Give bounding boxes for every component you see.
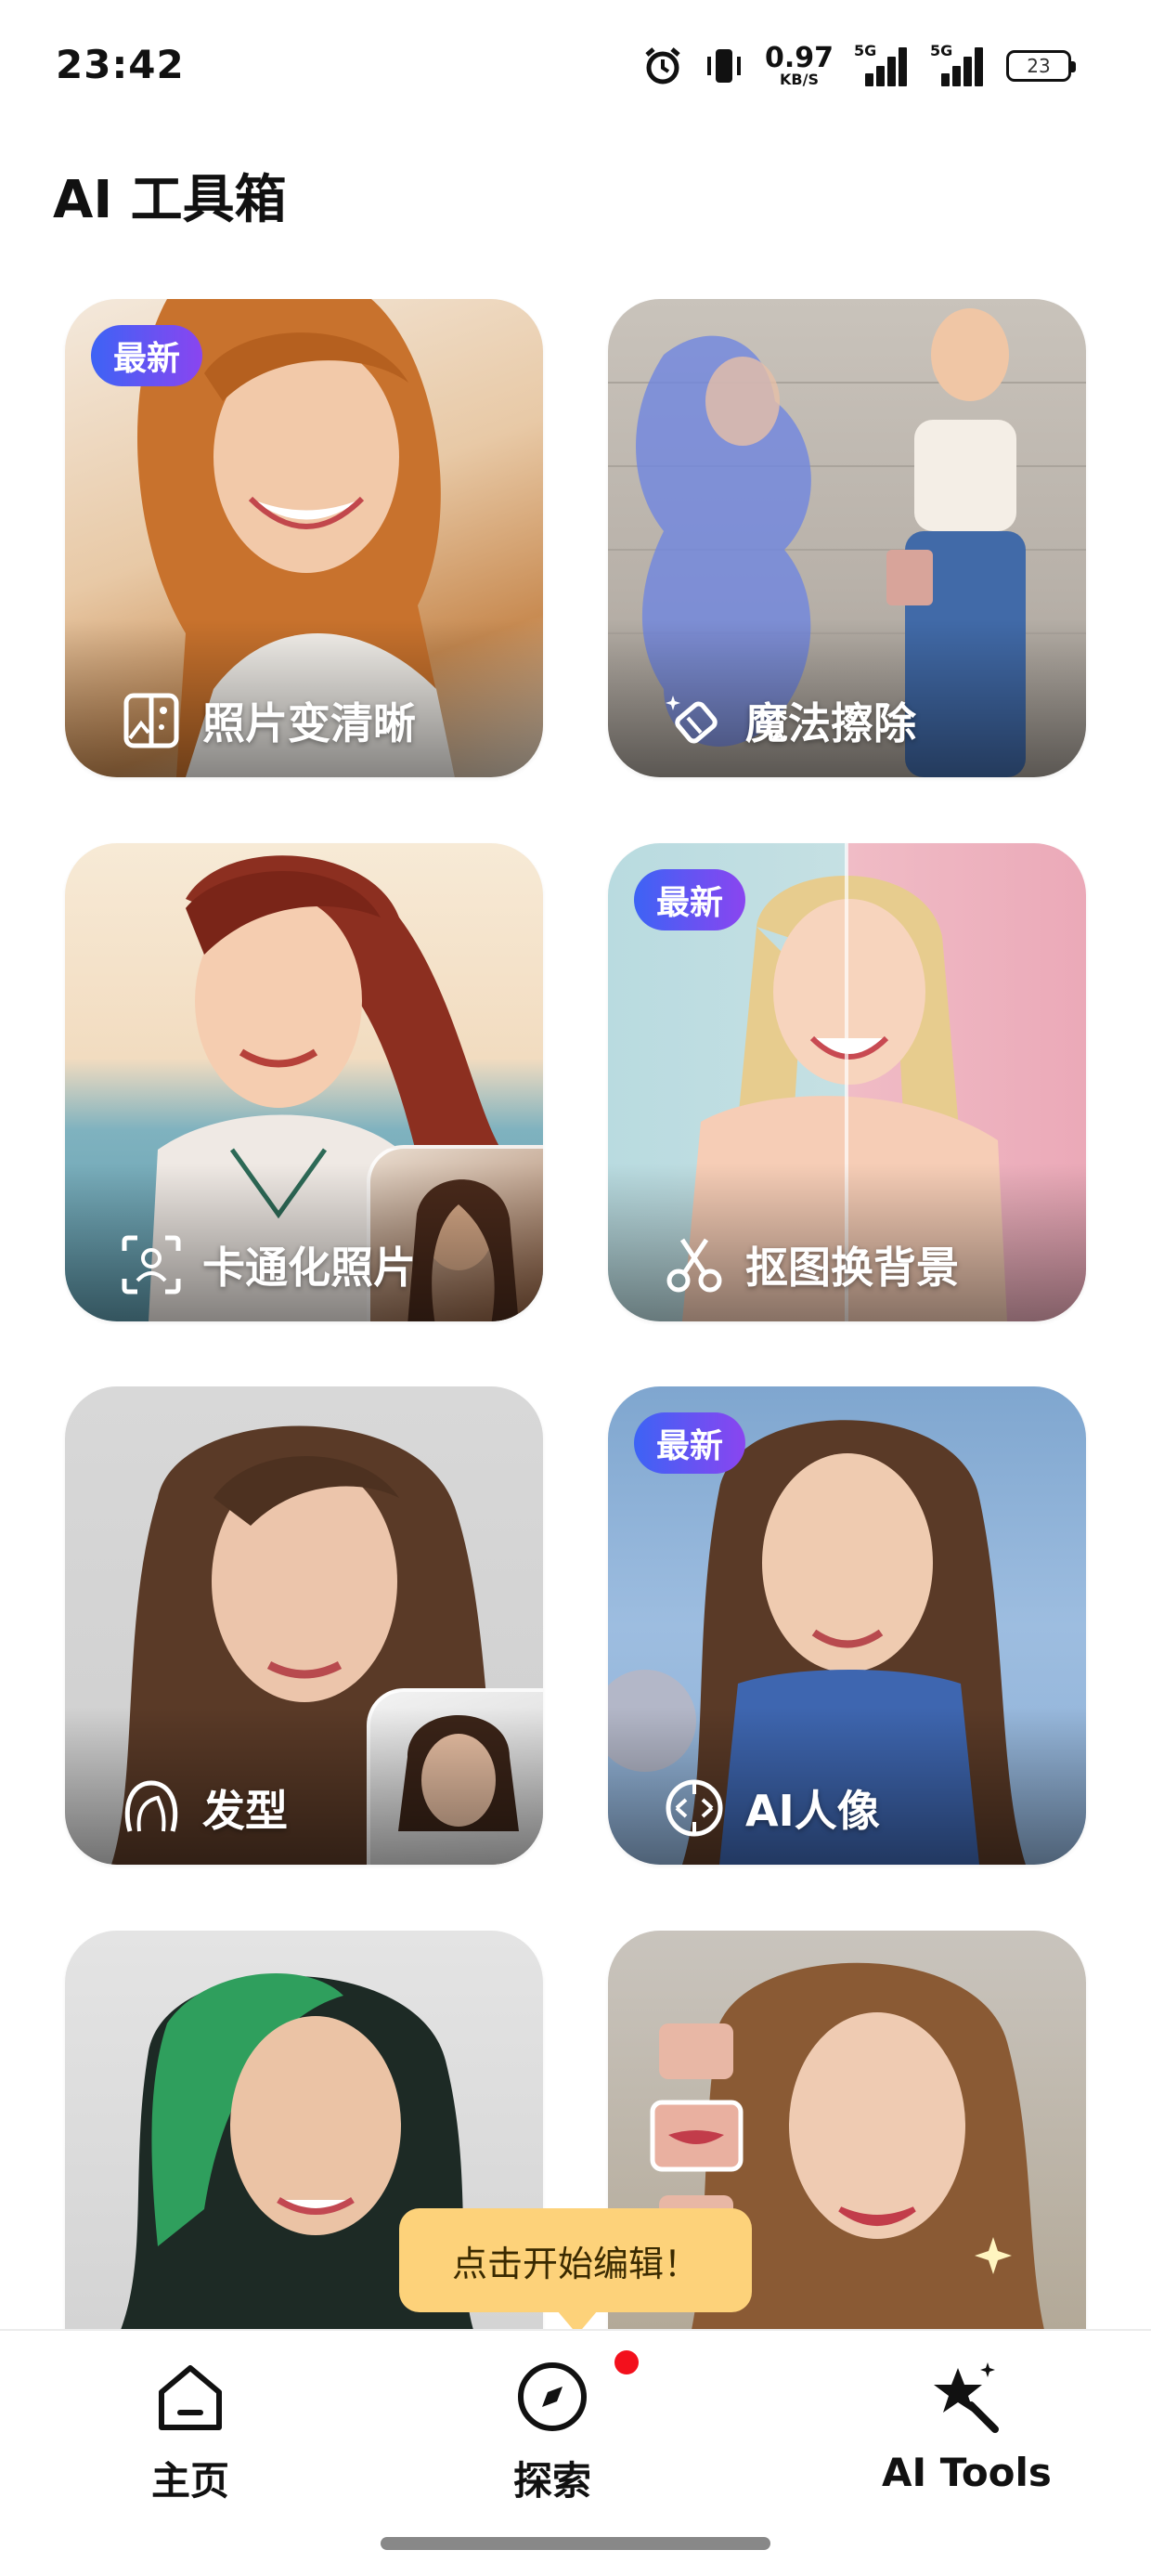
nav-label: 主页 [150, 2458, 229, 2504]
start-editing-tooltip[interactable]: 点击开始编辑！ [399, 2208, 752, 2335]
network-speed-value: 0.97 [764, 42, 834, 74]
signal-label: 5G [930, 42, 953, 59]
home-icon [159, 2365, 222, 2430]
compass-icon [518, 2362, 587, 2431]
new-badge: 最新 [91, 325, 203, 386]
nav-label: AI Tools [882, 2450, 1052, 2495]
ai-portrait-icon [666, 1779, 723, 1837]
tool-label: 发型 [202, 1786, 288, 1836]
image-enhance-icon [123, 693, 179, 748]
tool-card-cartoon[interactable]: 卡通化照片 [65, 843, 543, 1321]
magic-wand-icon [934, 2362, 1000, 2433]
nav-home[interactable]: 主页 [149, 2355, 232, 2506]
alarm-icon [645, 47, 680, 85]
tool-card-enhance[interactable]: 最新 照片变清晰 [65, 299, 543, 777]
tool-card-magic-erase[interactable]: 魔法擦除 [608, 299, 1086, 777]
face-scan-icon [122, 1235, 181, 1295]
network-speed: 0.97 KB/S [765, 45, 834, 87]
signal-icon: 5G [854, 42, 910, 86]
tool-label: 魔法擦除 [745, 698, 916, 748]
battery-icon: 23 [1006, 50, 1076, 82]
vibrate-icon [706, 49, 741, 83]
status-bar: 23:42 0.97 KB/S 5G 5G 23 [0, 0, 1151, 139]
tool-card-hairstyle[interactable]: 发型 [65, 1386, 543, 1865]
nav-label: 探索 [512, 2458, 591, 2504]
new-badge: 最新 [634, 1412, 746, 1474]
status-time: 23:42 [56, 42, 185, 87]
tool-label: AI人像 [745, 1786, 880, 1836]
magic-eraser-icon [666, 696, 718, 744]
signal-icon: 5G [930, 42, 986, 86]
signal-label: 5G [854, 42, 877, 59]
network-speed-unit: KB/S [780, 71, 819, 88]
nav-ai-tools[interactable]: AI Tools [882, 2355, 1052, 2495]
home-indicator[interactable] [381, 2537, 770, 2550]
nav-explore[interactable]: 探索 [511, 2355, 594, 2506]
tool-label: 照片变清晰 [202, 698, 416, 748]
new-badge: 最新 [634, 869, 746, 930]
tool-card-ai-portrait[interactable]: 最新 AI人像 [608, 1386, 1086, 1865]
hair-icon [124, 1780, 178, 1832]
page-title: AI 工具箱 [53, 170, 287, 230]
tool-label: 卡通化照片 [202, 1242, 416, 1293]
scissors-icon [666, 1238, 722, 1293]
status-icons: 0.97 KB/S 5G 5G 23 [642, 42, 1076, 89]
tool-label: 抠图换背景 [745, 1242, 959, 1293]
notification-dot [614, 2350, 639, 2374]
tool-card-background[interactable]: 最新 抠图换背景 [608, 843, 1086, 1321]
battery-level: 23 [1027, 55, 1051, 77]
